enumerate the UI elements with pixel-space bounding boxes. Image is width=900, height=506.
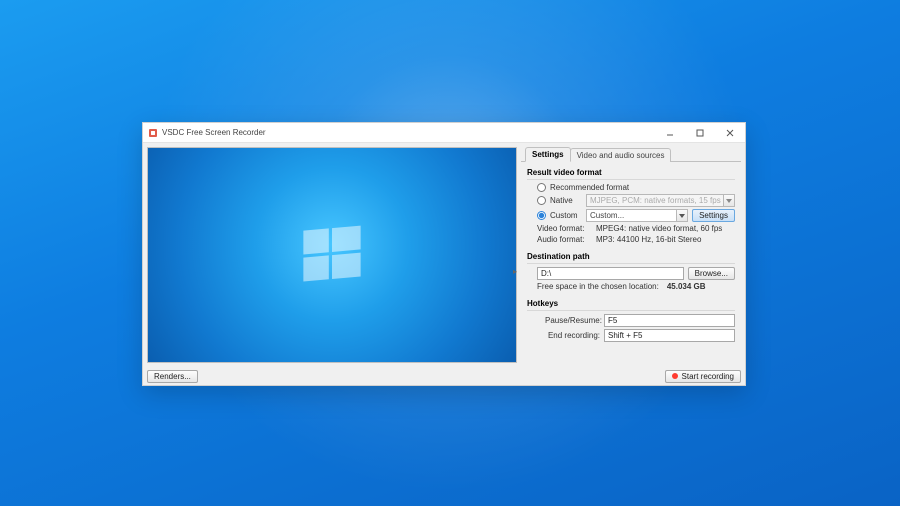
audio-format-value: MP3: 44100 Hz, 16-bit Stereo (596, 235, 701, 244)
chevron-down-icon[interactable] (676, 210, 687, 221)
radio-recommended-label: Recommended format (550, 183, 629, 192)
windows-logo-icon (297, 220, 367, 290)
hotkey-end-input[interactable]: Shift + F5 (604, 329, 735, 342)
app-window: VSDC Free Screen Recorder Settings Video… (142, 122, 746, 386)
video-format-label: Video format: (537, 224, 592, 233)
close-button[interactable] (715, 123, 745, 143)
record-icon (672, 373, 678, 379)
option-recommended[interactable]: Recommended format (537, 183, 735, 192)
tab-settings[interactable]: Settings (525, 147, 571, 162)
window-title: VSDC Free Screen Recorder (162, 128, 655, 137)
audio-format-label: Audio format: (537, 235, 592, 244)
section-destination: Destination path (527, 250, 735, 264)
hotkey-pause-label: Pause/Resume: (545, 316, 600, 325)
native-format-value: MJPEG, PCM: native formats, 15 fps (590, 196, 721, 205)
title-bar[interactable]: VSDC Free Screen Recorder (143, 123, 745, 143)
maximize-button[interactable] (685, 123, 715, 143)
radio-custom[interactable] (537, 211, 546, 220)
window-content: Settings Video and audio sources ▸ Resul… (143, 143, 745, 367)
audio-format-row: Audio format: MP3: 44100 Hz, 16-bit Ster… (537, 235, 735, 244)
radio-native-label: Native (550, 196, 582, 205)
screen-preview[interactable] (147, 147, 517, 363)
option-custom[interactable]: Custom Custom... Settings (537, 209, 735, 222)
native-format-dropdown: MJPEG, PCM: native formats, 15 fps (586, 194, 735, 207)
custom-format-value: Custom... (590, 211, 624, 220)
radio-recommended[interactable] (537, 183, 546, 192)
custom-format-dropdown[interactable]: Custom... (586, 209, 688, 222)
video-format-row: Video format: MPEG4: native video format… (537, 224, 735, 233)
chevron-down-icon (723, 195, 734, 206)
free-space-label: Free space in the chosen location: (537, 282, 659, 291)
destination-path-input[interactable]: D:\ (537, 267, 684, 280)
browse-button[interactable]: Browse... (688, 267, 735, 280)
format-settings-button[interactable]: Settings (692, 209, 735, 222)
free-space-value: 45.034 GB (667, 282, 706, 291)
minimize-button[interactable] (655, 123, 685, 143)
destination-row: D:\ Browse... (537, 267, 735, 280)
tab-sources[interactable]: Video and audio sources (570, 148, 672, 162)
window-footer: Renders... Start recording (143, 367, 745, 385)
collapse-arrow-icon[interactable]: ▸ (513, 268, 517, 276)
panel-tabs: Settings Video and audio sources (521, 147, 741, 162)
settings-panel: Settings Video and audio sources ▸ Resul… (521, 147, 741, 363)
section-result-format: Result video format (527, 166, 735, 180)
hotkey-end-label: End recording: (545, 331, 600, 340)
start-recording-button[interactable]: Start recording (665, 370, 741, 383)
hotkey-end-row: End recording: Shift + F5 (545, 329, 735, 342)
app-icon (148, 128, 158, 138)
section-hotkeys: Hotkeys (527, 297, 735, 311)
renders-button[interactable]: Renders... (147, 370, 198, 383)
video-format-value: MPEG4: native video format, 60 fps (596, 224, 722, 233)
radio-native[interactable] (537, 196, 546, 205)
hotkey-pause-row: Pause/Resume: F5 (545, 314, 735, 327)
option-native[interactable]: Native MJPEG, PCM: native formats, 15 fp… (537, 194, 735, 207)
panel-body: ▸ Result video format Recommended format… (521, 162, 741, 363)
free-space-row: Free space in the chosen location: 45.03… (537, 282, 735, 291)
radio-custom-label: Custom (550, 211, 582, 220)
hotkey-pause-input[interactable]: F5 (604, 314, 735, 327)
start-recording-label: Start recording (682, 372, 734, 381)
